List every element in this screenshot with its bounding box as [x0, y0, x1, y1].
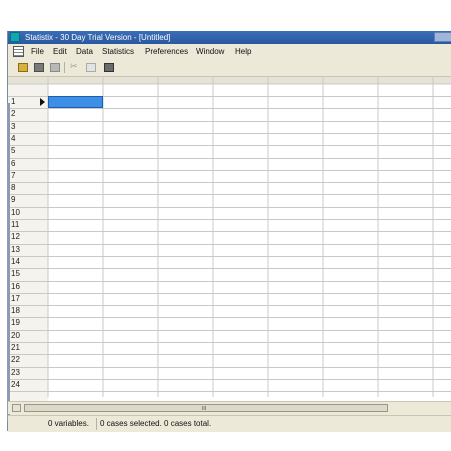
- row-label[interactable]: 13: [11, 244, 20, 256]
- menu-help[interactable]: Help: [235, 46, 251, 57]
- window-frame-edge: [7, 103, 10, 421]
- menu-preferences[interactable]: Preferences: [145, 46, 188, 57]
- row-label[interactable]: 9: [11, 194, 15, 206]
- paste-icon[interactable]: [104, 63, 114, 72]
- row-label[interactable]: 14: [11, 256, 20, 268]
- menu-window[interactable]: Window: [196, 46, 224, 57]
- toolbar: ✂: [8, 59, 451, 77]
- row-label[interactable]: 19: [11, 317, 20, 329]
- row-label[interactable]: 15: [11, 268, 20, 280]
- row-label[interactable]: 24: [11, 379, 20, 391]
- window-control-button[interactable]: [434, 32, 451, 42]
- row-label[interactable]: 7: [11, 170, 15, 182]
- row-label[interactable]: 5: [11, 145, 15, 157]
- row-label[interactable]: 23: [11, 367, 20, 379]
- grid-lines: [8, 77, 451, 401]
- status-divider: [96, 418, 97, 430]
- cut-icon[interactable]: ✂: [70, 62, 78, 71]
- row-label[interactable]: 4: [11, 133, 15, 145]
- row-label[interactable]: 2: [11, 108, 15, 120]
- row-label[interactable]: 16: [11, 281, 20, 293]
- row-label[interactable]: 1: [11, 96, 15, 108]
- row-label[interactable]: 20: [11, 330, 20, 342]
- window-title: Statistix - 30 Day Trial Version - [Unti…: [25, 33, 171, 42]
- app-icon: [10, 32, 20, 42]
- horizontal-scrollbar[interactable]: III: [8, 401, 451, 414]
- row-label[interactable]: 12: [11, 231, 20, 243]
- current-row-indicator-icon: [40, 98, 45, 106]
- row-label[interactable]: 10: [11, 207, 20, 219]
- print-icon[interactable]: [50, 63, 60, 72]
- menu-edit[interactable]: Edit: [53, 46, 67, 57]
- scroll-grip-icon: III: [202, 406, 207, 412]
- menu-file[interactable]: File: [31, 46, 44, 57]
- menu-bar: File Edit Data Statistics Preferences Wi…: [8, 44, 451, 59]
- row-label[interactable]: 18: [11, 305, 20, 317]
- menu-statistics[interactable]: Statistics: [102, 46, 134, 57]
- spreadsheet-grid[interactable]: 1 2 3 4 5 6 7 8 9 10 11 12 13 14 15 16 17 18 19 20 21 22 23 24: [8, 77, 451, 401]
- save-disk-icon[interactable]: [34, 63, 44, 72]
- document-menu-icon[interactable]: [13, 46, 24, 57]
- scroll-left-button[interactable]: [12, 404, 21, 412]
- status-variables: 0 variables.: [48, 419, 89, 428]
- copy-icon[interactable]: [86, 63, 96, 72]
- status-cases: 0 cases selected. 0 cases total.: [100, 419, 212, 428]
- row-label[interactable]: 21: [11, 342, 20, 354]
- app-window: Statistix - 30 Day Trial Version - [Unti…: [7, 31, 451, 432]
- toolbar-separator: [64, 62, 65, 73]
- title-bar[interactable]: Statistix - 30 Day Trial Version - [Unti…: [8, 31, 451, 44]
- row-label[interactable]: 3: [11, 121, 15, 133]
- scroll-thumb[interactable]: III: [24, 404, 388, 412]
- row-label[interactable]: 6: [11, 158, 15, 170]
- row-label[interactable]: 8: [11, 182, 15, 194]
- row-label[interactable]: 17: [11, 293, 20, 305]
- menu-data[interactable]: Data: [76, 46, 93, 57]
- row-label[interactable]: 22: [11, 354, 20, 366]
- row-label[interactable]: 11: [11, 219, 19, 231]
- status-bar: 0 variables. 0 cases selected. 0 cases t…: [8, 415, 451, 432]
- open-folder-icon[interactable]: [18, 63, 28, 72]
- active-cell[interactable]: [48, 96, 103, 108]
